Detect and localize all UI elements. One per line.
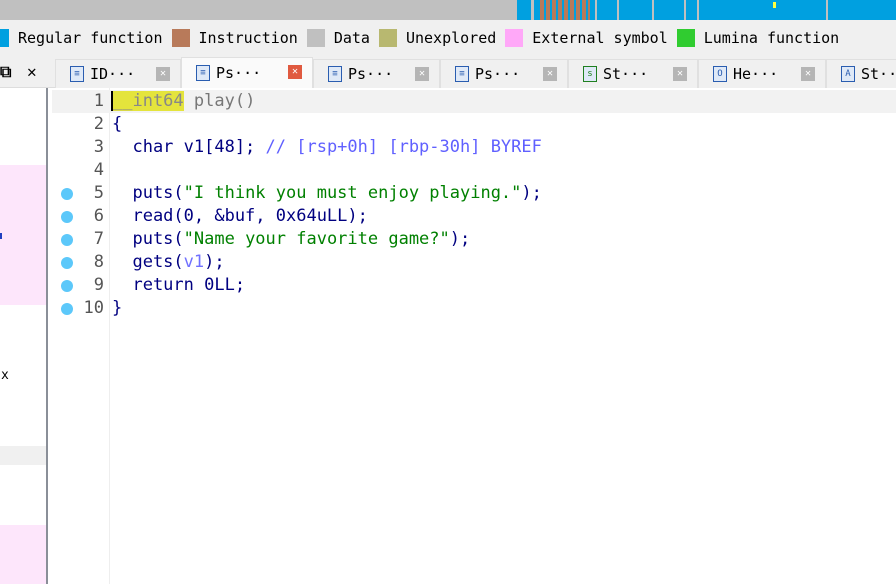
tab-bar: ⧉ ✕ ≡ ID··· ✕ ≡ Ps··· ✕ ≡ Ps··· ✕ ≡ Ps··· ✕ s St·… bbox=[0, 56, 896, 88]
legend-label: Data bbox=[333, 29, 370, 47]
legend-swatch bbox=[171, 29, 190, 47]
code-text: char v1[48]; bbox=[112, 137, 266, 157]
line-number: 1 bbox=[93, 91, 104, 111]
code-text: } bbox=[112, 298, 123, 318]
close-tab-icon[interactable]: ✕ bbox=[288, 65, 302, 79]
legend-swatch bbox=[378, 29, 397, 47]
close-tab-icon[interactable]: ✕ bbox=[156, 67, 170, 81]
code-line[interactable]: 4 bbox=[52, 159, 896, 182]
code-text: read(0, &buf, 0x64uLL); bbox=[112, 206, 368, 226]
code-line[interactable]: 2{ bbox=[52, 113, 896, 136]
tab-label: He··· bbox=[733, 65, 779, 83]
line-number: 2 bbox=[93, 114, 104, 134]
line-number: 4 bbox=[93, 160, 104, 180]
variable: v1 bbox=[183, 252, 205, 272]
code-text: puts( bbox=[112, 229, 184, 249]
tab-hex-view[interactable]: O He··· ✕ bbox=[698, 59, 826, 88]
return-type: __int64 bbox=[112, 91, 184, 111]
string-literal: "I think you must enjoy playing." bbox=[183, 183, 522, 203]
code-text: { bbox=[112, 114, 123, 134]
legend-swatch bbox=[306, 29, 325, 47]
tab-structures[interactable]: A St··· bbox=[826, 59, 896, 88]
code-text: puts( bbox=[112, 183, 184, 203]
structures-icon: A bbox=[841, 66, 855, 82]
tab-ida-view[interactable]: ≡ ID··· ✕ bbox=[55, 59, 181, 88]
code-text: gets( bbox=[112, 252, 184, 272]
code-line[interactable]: 3 char v1[48]; // [rsp+0h] [rbp-30h] BYR… bbox=[52, 136, 896, 159]
function-name-fragment: x bbox=[1, 368, 9, 383]
close-tab-icon[interactable]: ✕ bbox=[415, 67, 429, 81]
legend-swatch bbox=[505, 29, 524, 47]
tab-label: Ps··· bbox=[216, 64, 262, 82]
code-comment: // [rsp+0h] [rbp-30h] BYREF bbox=[265, 137, 542, 157]
hex-view-icon: O bbox=[713, 66, 727, 82]
code-line[interactable]: 10} bbox=[52, 297, 896, 320]
function-signature: play() bbox=[183, 91, 256, 111]
pseudocode-icon: ≡ bbox=[455, 66, 469, 82]
legend-swatch bbox=[676, 29, 695, 47]
restore-window-icon[interactable]: ⧉ bbox=[0, 62, 11, 82]
tab-pseudocode[interactable]: ≡ Ps··· ✕ bbox=[440, 59, 568, 88]
legend-label: Instruction bbox=[198, 29, 298, 47]
code-line[interactable]: 6 read(0, &buf, 0x64uLL); bbox=[52, 205, 896, 228]
close-tab-icon[interactable]: ✕ bbox=[543, 67, 557, 81]
close-tab-icon[interactable]: ✕ bbox=[673, 67, 687, 81]
line-number: 9 bbox=[93, 275, 104, 295]
tab-label: St··· bbox=[603, 65, 649, 83]
code-text: ); bbox=[204, 252, 225, 272]
code-line[interactable]: 1 __int64 play() bbox=[52, 90, 896, 113]
code-line[interactable]: 5 puts("I think you must enjoy playing."… bbox=[52, 182, 896, 205]
legend-swatch bbox=[0, 29, 9, 47]
line-number: 10 bbox=[83, 298, 104, 318]
pseudocode-icon: ≡ bbox=[328, 66, 342, 82]
tab-label: Ps··· bbox=[348, 65, 394, 83]
legend-label: Regular function bbox=[18, 29, 163, 47]
tab-label: Ps··· bbox=[475, 65, 521, 83]
line-number: 6 bbox=[93, 206, 104, 226]
legend-label: Unexplored bbox=[405, 29, 497, 47]
legend-label: External symbol bbox=[532, 29, 668, 47]
line-number: 5 bbox=[93, 183, 104, 203]
code-line[interactable]: 8 gets(v1); bbox=[52, 251, 896, 274]
line-number: 8 bbox=[93, 252, 104, 272]
pseudocode-icon: ≡ bbox=[196, 65, 210, 81]
ida-view-icon: ≡ bbox=[70, 66, 84, 82]
functions-panel[interactable]: x bbox=[0, 88, 48, 584]
tab-label: ID··· bbox=[90, 65, 136, 83]
close-tab-icon[interactable]: ✕ bbox=[801, 67, 815, 81]
code-text: return 0LL; bbox=[112, 275, 246, 295]
code-line[interactable]: 9 return 0LL; bbox=[52, 274, 896, 297]
string-literal: "Name your favorite game?" bbox=[183, 229, 450, 249]
tab-pseudocode-active[interactable]: ≡ Ps··· ✕ bbox=[181, 57, 313, 88]
code-line[interactable]: 7 puts("Name your favorite game?"); bbox=[52, 228, 896, 251]
strings-icon: s bbox=[583, 66, 597, 82]
pseudocode-view[interactable]: 1 __int64 play() 2{ 3 char v1[48]; // [rs… bbox=[52, 88, 896, 584]
close-panel-icon[interactable]: ✕ bbox=[27, 62, 37, 81]
position-marker-icon bbox=[773, 2, 776, 8]
legend: Regular function Instruction Data Unexpl… bbox=[0, 20, 896, 56]
line-number: 7 bbox=[93, 229, 104, 249]
tab-pseudocode[interactable]: ≡ Ps··· ✕ bbox=[313, 59, 440, 88]
tab-label: St··· bbox=[861, 65, 896, 83]
text-cursor bbox=[111, 91, 113, 111]
code-text: ); bbox=[521, 183, 542, 203]
tab-strings[interactable]: s St··· ✕ bbox=[568, 59, 698, 88]
code-text: ); bbox=[449, 229, 471, 249]
navigation-band[interactable] bbox=[0, 0, 896, 20]
line-number: 3 bbox=[93, 137, 104, 157]
legend-label: Lumina function bbox=[703, 29, 840, 47]
